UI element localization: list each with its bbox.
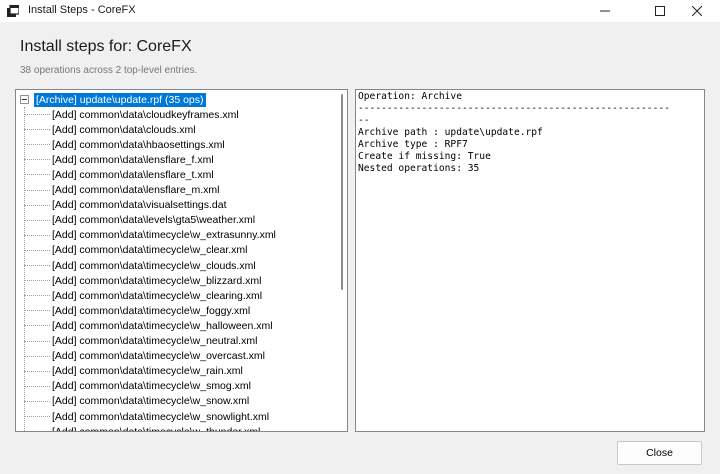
tree-branch-line bbox=[24, 204, 50, 206]
tree-item[interactable]: [Add] common\data\timecycle\w_foggy.xml bbox=[24, 303, 250, 318]
app-window-icon bbox=[7, 5, 19, 17]
tree-item[interactable]: [Add] common\data\timecycle\w_clouds.xml bbox=[24, 258, 256, 273]
tree-branch-line bbox=[24, 295, 50, 297]
tree-item-label: [Add] common\data\lensflare_f.xml bbox=[52, 153, 214, 166]
collapse-toggle[interactable] bbox=[20, 95, 29, 104]
detail-line: Archive path : update\update.rpf bbox=[358, 127, 543, 138]
detail-line: ----------------------------------------… bbox=[358, 103, 670, 114]
tree-branch-line bbox=[24, 234, 50, 236]
tree-item-label: [Add] common\data\timecycle\w_snow.xml bbox=[52, 395, 250, 408]
tree-item[interactable]: [Add] common\data\lensflare_m.xml bbox=[24, 183, 220, 198]
tree-root-label[interactable]: [Archive] update\update.rpf (35 ops) bbox=[34, 92, 206, 107]
tree-item-label: [Add] common\data\timecycle\w_overcast.x… bbox=[52, 350, 265, 363]
tree-item[interactable]: [Add] common\data\timecycle\w_overcast.x… bbox=[24, 349, 265, 364]
tree-branch-line bbox=[24, 249, 50, 251]
tree-root-node[interactable]: [Archive] update\update.rpf (35 ops) bbox=[20, 92, 206, 107]
tree-branch-line bbox=[24, 189, 50, 191]
tree-branch-line bbox=[24, 340, 50, 342]
tree-item-label: [Add] common\data\timecycle\w_rain.xml bbox=[52, 365, 243, 378]
tree-item-label: [Add] common\data\lensflare_t.xml bbox=[52, 168, 214, 181]
tree-branch-line bbox=[24, 265, 50, 266]
tree-item[interactable]: [Add] common\data\timecycle\w_rain.xml bbox=[24, 364, 243, 379]
tree-item[interactable]: [Add] common\data\timecycle\w_blizzard.x… bbox=[24, 273, 262, 288]
tree-item[interactable]: [Add] common\data\levels\gta5\weather.xm… bbox=[24, 213, 255, 228]
tree-viewport: [Archive] update\update.rpf (35 ops) [Ad… bbox=[16, 90, 338, 431]
tree-item[interactable]: [Add] common\data\clouds.xml bbox=[24, 122, 196, 137]
page-title: Install steps for: CoreFX bbox=[20, 38, 192, 55]
page-subtitle: 38 operations across 2 top-level entries… bbox=[20, 65, 198, 76]
window-title: Install Steps - CoreFX bbox=[28, 4, 136, 16]
title-bar: Install Steps - CoreFX bbox=[0, 0, 720, 22]
tree-branch-line bbox=[24, 280, 50, 282]
tree-item-label: [Add] common\data\timecycle\w_clearing.x… bbox=[52, 289, 263, 302]
maximize-icon bbox=[655, 6, 665, 16]
tree-item-label: [Add] common\data\timecycle\w_extrasunny… bbox=[52, 229, 276, 242]
detail-line: Archive type : RPF7 bbox=[358, 139, 468, 150]
tree-item-label: [Add] common\data\timecycle\w_thunder.xm… bbox=[52, 425, 260, 431]
tree-item-label: [Add] common\data\timecycle\w_clear.xml bbox=[52, 244, 248, 257]
tree-item[interactable]: [Add] common\data\hbaosettings.xml bbox=[24, 137, 225, 152]
tree-branch-line bbox=[24, 400, 50, 402]
tree-item[interactable]: [Add] common\data\visualsettings.dat bbox=[24, 198, 227, 213]
tree-item[interactable]: [Add] common\data\timecycle\w_clear.xml bbox=[24, 243, 248, 258]
tree-item-label: [Add] common\data\timecycle\w_blizzard.x… bbox=[52, 274, 262, 287]
tree-item[interactable]: [Add] common\data\timecycle\w_thunder.xm… bbox=[24, 424, 260, 431]
tree-item[interactable]: [Add] common\data\timecycle\w_snowlight.… bbox=[24, 409, 269, 424]
minimize-icon bbox=[600, 10, 610, 12]
tree-item-label: [Add] common\data\cloudkeyframes.xml bbox=[52, 108, 239, 121]
tree-branch-line bbox=[24, 385, 50, 387]
close-window-button[interactable] bbox=[674, 0, 720, 22]
tree-item[interactable]: [Add] common\data\timecycle\w_clearing.x… bbox=[24, 288, 262, 303]
tree-item-label: [Add] common\data\timecycle\w_neutral.xm… bbox=[52, 335, 258, 347]
detail-line: Create if missing: True bbox=[358, 151, 491, 162]
detail-line: Nested operations: 35 bbox=[358, 163, 480, 174]
detail-line: Operation: Archive bbox=[358, 91, 462, 102]
minimize-button[interactable] bbox=[582, 0, 628, 22]
tree-item-label: [Add] common\data\lensflare_m.xml bbox=[52, 184, 220, 196]
detail-line: -- bbox=[358, 115, 370, 126]
tree-branch-line bbox=[24, 159, 50, 161]
tree-item[interactable]: [Add] common\data\timecycle\w_snow.xml bbox=[24, 394, 249, 409]
tree-item-label: [Add] common\data\timecycle\w_foggy.xml bbox=[52, 304, 251, 317]
tree-branch-line bbox=[24, 114, 50, 115]
tree-branch-line bbox=[24, 219, 50, 221]
tree-branch-line bbox=[24, 355, 50, 357]
tree-item-label: [Add] common\data\timecycle\w_halloween.… bbox=[52, 319, 273, 332]
tree-scrollbar[interactable] bbox=[337, 90, 347, 431]
scrollbar-thumb[interactable] bbox=[341, 94, 343, 290]
tree-item-label: [Add] common\data\visualsettings.dat bbox=[52, 199, 227, 212]
tree-item[interactable]: [Add] common\data\timecycle\w_smog.xml bbox=[24, 379, 251, 394]
tree-item-label: [Add] common\data\timecycle\w_clouds.xml bbox=[52, 259, 256, 272]
tree-item[interactable]: [Add] common\data\cloudkeyframes.xml bbox=[24, 107, 239, 122]
tree-item[interactable]: [Add] common\data\lensflare_f.xml bbox=[24, 152, 214, 167]
tree-branch-line bbox=[24, 144, 50, 146]
tree-item-label: [Add] common\data\timecycle\w_smog.xml bbox=[52, 380, 251, 393]
tree-item[interactable]: [Add] common\data\lensflare_t.xml bbox=[24, 167, 214, 182]
tree-item-label: [Add] common\data\levels\gta5\weather.xm… bbox=[52, 214, 256, 227]
tree-item-label: [Add] common\data\clouds.xml bbox=[52, 123, 196, 136]
tree-branch-line bbox=[24, 370, 50, 372]
tree-item[interactable]: [Add] common\data\timecycle\w_halloween.… bbox=[24, 318, 273, 333]
tree-branch-line bbox=[24, 174, 50, 176]
tree-branch-line bbox=[24, 416, 50, 417]
tree-branch-line bbox=[24, 310, 50, 312]
close-button[interactable]: Close bbox=[617, 441, 702, 465]
tree-item[interactable]: [Add] common\data\timecycle\w_neutral.xm… bbox=[24, 334, 257, 349]
operations-tree[interactable]: [Archive] update\update.rpf (35 ops) [Ad… bbox=[15, 89, 348, 432]
tree-item-label: [Add] common\data\timecycle\w_snowlight.… bbox=[52, 410, 270, 423]
tree-item-label: [Add] common\data\hbaosettings.xml bbox=[52, 138, 225, 151]
tree-branch-line bbox=[24, 129, 50, 131]
operation-details: Operation: Archive ----------------------… bbox=[355, 89, 705, 432]
close-icon bbox=[692, 6, 702, 16]
tree-item[interactable]: [Add] common\data\timecycle\w_extrasunny… bbox=[24, 228, 276, 243]
tree-branch-line bbox=[24, 325, 50, 327]
